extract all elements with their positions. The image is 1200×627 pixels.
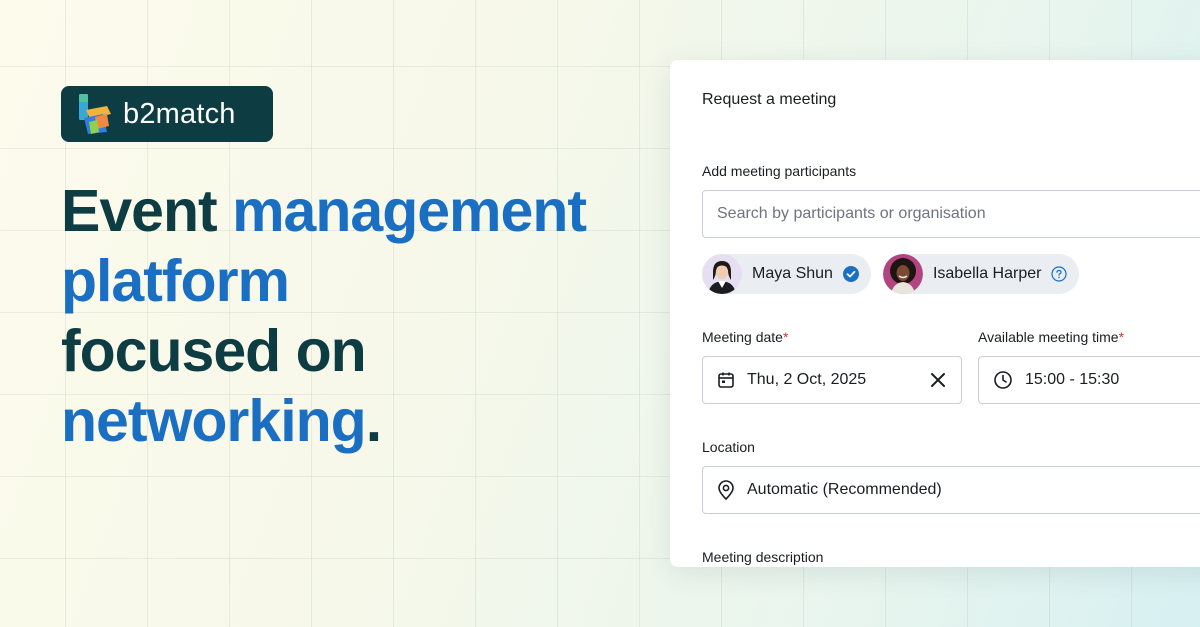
- headline-accent: networking: [61, 388, 367, 454]
- meeting-request-card: Request a meeting Add meeting participan…: [670, 60, 1200, 567]
- headline-text: .: [365, 388, 382, 454]
- brand-name: b2match: [123, 97, 236, 130]
- headline-accent: platform: [61, 248, 290, 314]
- headline-accent: management: [232, 178, 587, 244]
- search-placeholder: Search by participants or organisation: [717, 205, 986, 222]
- calendar-icon: [717, 371, 735, 389]
- meeting-date-label-text: Meeting date: [702, 329, 783, 345]
- question-circle-icon[interactable]: [1051, 266, 1068, 282]
- location-label: Location: [702, 439, 755, 455]
- required-marker: *: [782, 329, 789, 345]
- headline-text: focused on: [61, 318, 367, 384]
- avatar: [702, 254, 742, 294]
- brand-logo: b2match: [61, 86, 273, 142]
- b2match-logo-icon: [77, 92, 113, 136]
- meeting-description-label: Meeting description: [702, 549, 824, 565]
- participant-search-input[interactable]: Search by participants or organisation: [702, 190, 1200, 238]
- location-pin-icon: [717, 480, 735, 500]
- card-title: Request a meeting: [702, 91, 837, 108]
- participant-chip-isabella-harper[interactable]: Isabella Harper: [882, 254, 1080, 294]
- avatar: [882, 254, 923, 294]
- location-select[interactable]: Automatic (Recommended): [702, 466, 1200, 514]
- meeting-date-field[interactable]: Thu, 2 Oct, 2025: [702, 356, 962, 404]
- meeting-time-select[interactable]: 15:00 - 15:30: [978, 356, 1200, 404]
- clock-icon: [993, 370, 1013, 390]
- required-marker: *: [1118, 329, 1125, 345]
- selected-participants: Maya Shun Isabella Harper: [702, 254, 1080, 294]
- headline: Event management platform focused on net…: [61, 176, 621, 456]
- close-icon[interactable]: [929, 371, 947, 389]
- participants-label: Add meeting participants: [702, 163, 857, 179]
- participant-name: Maya Shun: [752, 265, 833, 282]
- headline-text: Event: [61, 178, 233, 244]
- location-value: Automatic (Recommended): [747, 481, 942, 498]
- hero: b2match Event management platform focuse…: [61, 86, 621, 456]
- meeting-date-value: Thu, 2 Oct, 2025: [747, 371, 867, 388]
- participant-name: Isabella Harper: [932, 265, 1042, 282]
- participant-chip-maya-shun[interactable]: Maya Shun: [702, 254, 871, 294]
- meeting-date-label: Meeting date*: [702, 329, 788, 345]
- meeting-time-label: Available meeting time*: [978, 329, 1124, 345]
- meeting-time-value: 15:00 - 15:30: [1025, 371, 1120, 388]
- check-circle-icon: [842, 266, 859, 282]
- meeting-time-label-text: Available meeting time: [978, 329, 1119, 345]
